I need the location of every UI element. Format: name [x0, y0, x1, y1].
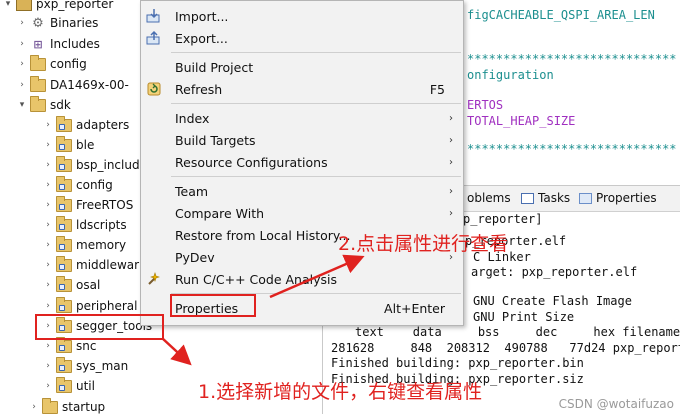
step1-annotation: 1.选择新增的文件，右键查看属性: [198, 381, 483, 403]
watermark: CSDN @wotaifuzao: [558, 397, 674, 411]
annotation-arrows: [161, 254, 365, 366]
step2-annotation: 2.点击属性进行查看: [338, 233, 509, 255]
step1-arrow: [161, 337, 192, 366]
step2-arrow: [269, 254, 365, 299]
